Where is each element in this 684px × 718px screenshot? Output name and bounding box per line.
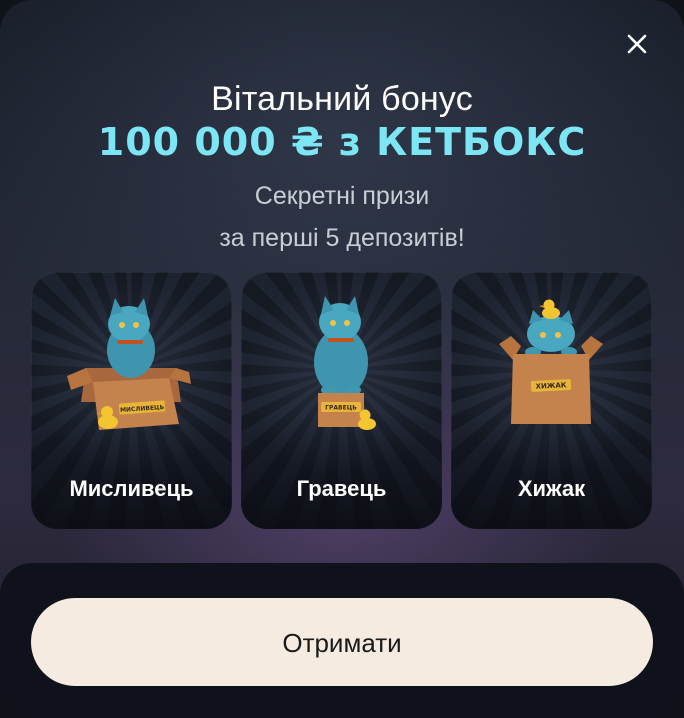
card-label: Мисливець <box>69 476 194 501</box>
cat-in-box-illustration: МИСЛИВЕЦЬ <box>67 298 191 430</box>
welcome-bonus-modal: Вітальний бонус 100 000 ₴ з КЕТБОКС Секр… <box>0 0 684 718</box>
close-icon[interactable] <box>620 27 654 61</box>
bonus-card-hunter[interactable]: МИСЛИВЕЦЬ Мисливець <box>31 272 232 529</box>
cat-in-closed-box-illustration: ХИЖАК <box>499 299 603 424</box>
box-label: ГРАВЕЦЬ <box>325 405 357 412</box>
card-label: Гравець <box>296 476 387 501</box>
subtitle-line-1: Секретні призи <box>254 182 430 210</box>
bonus-card-player[interactable]: ГРАВЕЦЬ Гравець <box>241 272 442 529</box>
card-label: Хижак <box>517 476 586 501</box>
modal-title: Вітальний бонус <box>211 80 473 118</box>
bonus-card-predator[interactable]: ХИЖАК Хижак <box>451 272 652 529</box>
get-bonus-button[interactable]: Отримати <box>31 598 653 686</box>
bonus-headline: 100 000 ₴ з КЕТБОКС <box>97 120 587 164</box>
cat-on-box-illustration: ГРАВЕЦЬ <box>314 296 376 430</box>
box-label: ХИЖАК <box>535 381 567 391</box>
subtitle-line-2: за перші 5 депозитів! <box>219 224 465 252</box>
